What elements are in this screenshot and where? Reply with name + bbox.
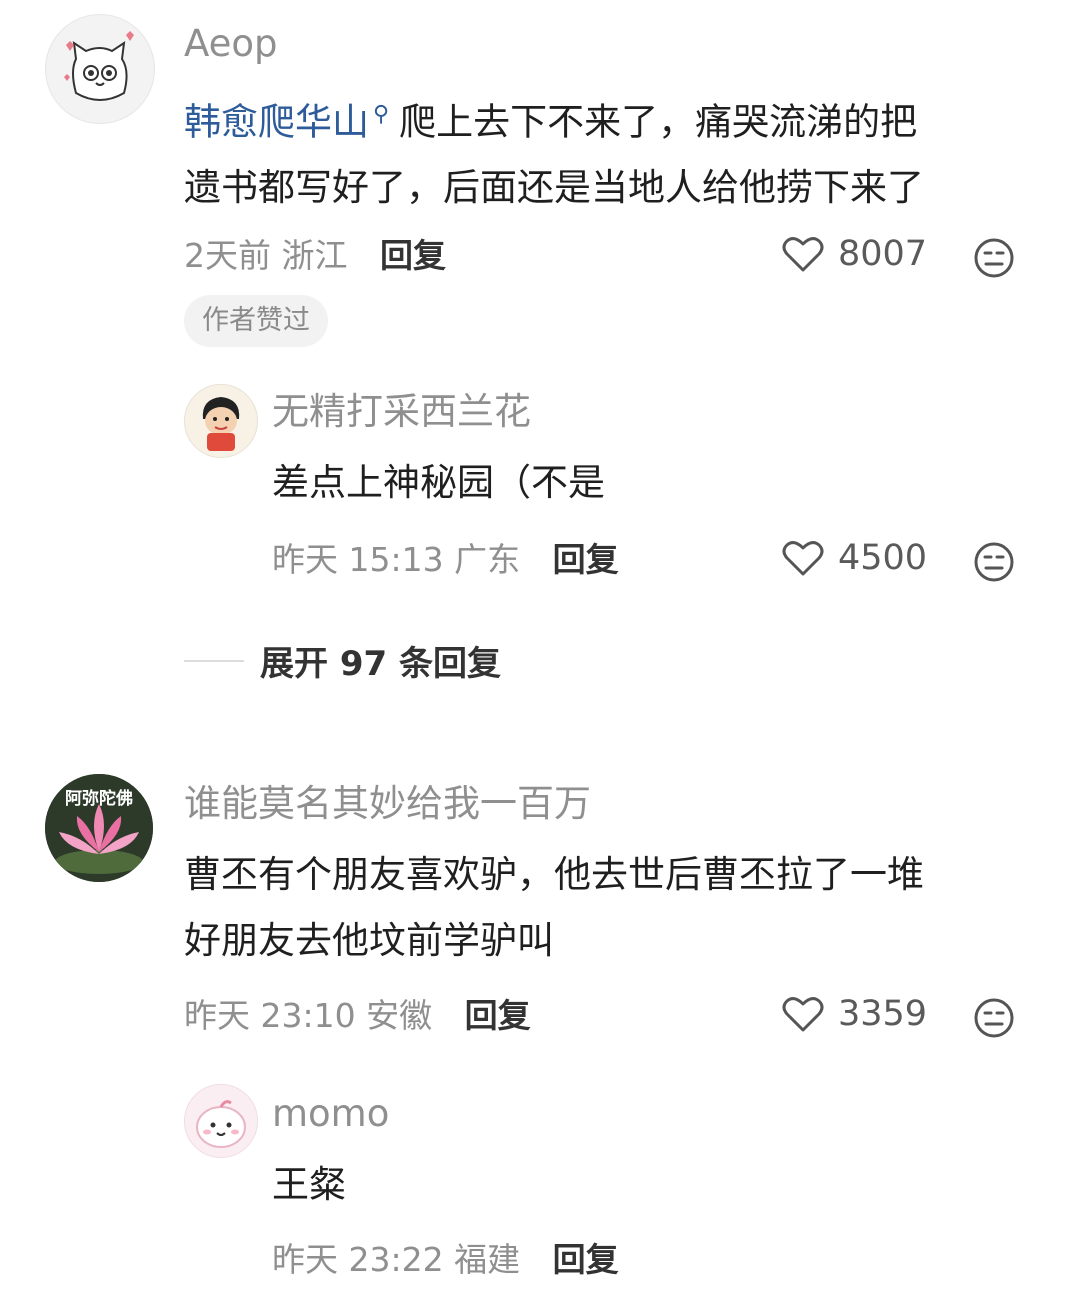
divider (184, 659, 244, 662)
comment-time: 2天前 (184, 236, 271, 275)
reply-username[interactable]: momo (272, 1092, 389, 1136)
topic-link[interactable]: 韩愈爬华山 (184, 100, 369, 143)
heart-outline-icon (782, 541, 824, 576)
dislike-button[interactable] (973, 541, 1015, 587)
reply-text: 差点上神秘园（不是 (272, 461, 605, 504)
comment-time: 昨天 23:10 (184, 996, 356, 1035)
like-count: 4500 (838, 538, 928, 578)
reply-button[interactable]: 回复 (465, 996, 531, 1035)
comment-username[interactable]: Aeop (184, 22, 278, 66)
meh-face-icon (974, 998, 1014, 1038)
cat-avatar-icon (64, 31, 134, 101)
heart-outline-icon (782, 997, 824, 1032)
reply-time: 昨天 15:13 (272, 540, 444, 579)
reply-text: 王粲 (272, 1163, 346, 1206)
pink-blob-avatar-icon (196, 1100, 246, 1148)
avatar-caption: 阿弥陀佛 (65, 789, 133, 809)
dislike-button[interactable] (973, 997, 1015, 1043)
reply-username[interactable]: 无精打采西兰花 (272, 390, 531, 434)
heart-outline-icon (782, 237, 824, 272)
like-button[interactable]: 4500 (782, 538, 927, 578)
like-button[interactable]: 8007 (782, 234, 927, 274)
reply-button[interactable]: 回复 (553, 540, 619, 579)
meh-face-icon (974, 238, 1014, 278)
like-button[interactable]: 3359 (782, 994, 927, 1034)
comment-text: 曹丕有个朋友喜欢驴，他去世后曹丕拉了一堆 好朋友去他坟前学驴叫 (184, 842, 1044, 974)
search-icon[interactable]: ⚲ (373, 102, 389, 127)
reply-meta: 昨天 23:22 福建 回复 (272, 1240, 619, 1280)
like-count: 8007 (838, 234, 928, 274)
reply-meta: 昨天 15:13 广东 回复 (272, 540, 619, 580)
comment-username[interactable]: 谁能莫名其妙给我一百万 (184, 782, 591, 826)
reply-time: 昨天 23:22 (272, 1240, 444, 1279)
reply-button[interactable]: 回复 (553, 1240, 619, 1279)
expand-replies-button[interactable]: 展开 97 条回复 (184, 636, 501, 685)
comment-location: 安徽 (366, 996, 433, 1035)
like-count: 3359 (838, 994, 928, 1034)
expand-replies-label: 展开 97 条回复 (260, 644, 501, 684)
comment-text-line: 曹丕有个朋友喜欢驴，他去世后曹丕拉了一堆 (184, 853, 924, 896)
comment-meta: 2天前 浙江 回复 (184, 236, 446, 276)
reply-location: 福建 (454, 1240, 521, 1279)
author-liked-badge: 作者赞过 (184, 295, 328, 347)
avatar[interactable]: 阿弥陀佛 (45, 774, 153, 882)
meh-face-icon (974, 542, 1014, 582)
comment-text: 韩愈爬华山 ⚲ 爬上去下不来了，痛哭流涕的把 遗书都写好了，后面还是当地人给他捞下来… (184, 82, 1044, 221)
reply-location: 广东 (454, 540, 521, 579)
comment-text-line: 遗书都写好了，后面还是当地人给他捞下来了 (184, 166, 924, 210)
comment-meta: 昨天 23:10 安徽 回复 (184, 996, 531, 1036)
reply-button[interactable]: 回复 (380, 236, 446, 275)
comment-text-line: 爬上去下不来了，痛哭流涕的把 (399, 100, 918, 144)
avatar[interactable] (45, 14, 155, 124)
comment-location: 浙江 (281, 236, 348, 275)
dislike-button[interactable] (973, 237, 1015, 283)
avatar[interactable] (184, 1084, 258, 1158)
comment-text-line: 好朋友去他坟前学驴叫 (184, 919, 554, 962)
avatar[interactable] (184, 384, 258, 458)
cartoon-boy-avatar-icon (202, 397, 240, 451)
